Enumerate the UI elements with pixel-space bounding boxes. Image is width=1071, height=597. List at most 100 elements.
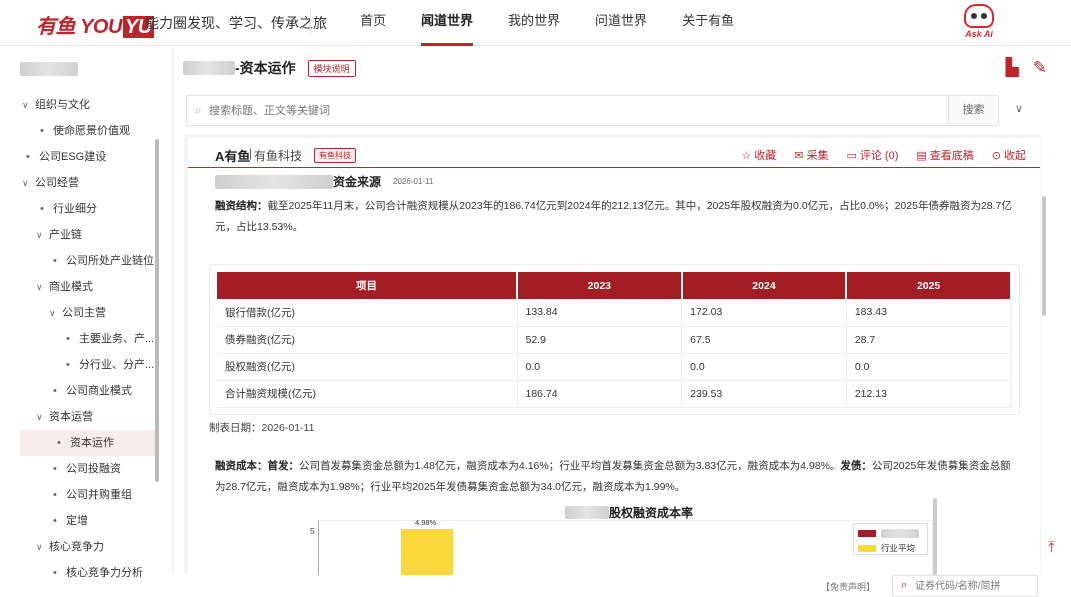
action-collect-button[interactable]: ✉ 采集 bbox=[794, 147, 828, 163]
sidebar-item[interactable]: ∨ 产业链 bbox=[0, 222, 158, 248]
back-to-top-icon[interactable]: ⤒ bbox=[1048, 539, 1055, 556]
module-info-button[interactable]: 模块说明 bbox=[307, 59, 356, 77]
table-cell: 52.9 bbox=[517, 326, 683, 354]
action-collapse-button[interactable]: ⊙ 收起 bbox=[992, 147, 1026, 163]
comment-icon: ▭ bbox=[846, 149, 857, 162]
bullet-icon: • bbox=[53, 489, 57, 501]
sidebar-item[interactable]: • 公司商业模式 bbox=[0, 378, 158, 404]
bullet-icon: • bbox=[53, 515, 57, 527]
sidebar-item[interactable]: ∨ 公司主营 bbox=[0, 300, 158, 326]
legend-label: 行业平均 bbox=[881, 543, 916, 553]
sidebar-item[interactable]: • 公司并购重组 bbox=[0, 482, 158, 508]
action-comment-button[interactable]: ▭ 评论 (0) bbox=[846, 147, 898, 163]
sidebar-item-label: 使命愿景价值观 bbox=[53, 125, 130, 137]
chart-bar[interactable] bbox=[401, 529, 453, 575]
sidebar-scrollbar[interactable] bbox=[155, 139, 159, 482]
table-container: 项目 2023 2024 2025 银行借款(亿元) 133.84 172.03 183.4… bbox=[209, 264, 1020, 415]
nav-item[interactable]: 首页 bbox=[360, 0, 386, 46]
chevron-down-icon: ∨ bbox=[22, 100, 29, 110]
chevron-down-icon[interactable]: ∨ bbox=[1015, 102, 1023, 115]
action-label: 评论 (0) bbox=[859, 150, 899, 162]
sidebar-item-label: 组织与文化 bbox=[35, 99, 90, 111]
sidebar-item[interactable]: • 公司所处产业链位... bbox=[0, 248, 158, 274]
sidebar-item[interactable]: • 公司投融资 bbox=[0, 456, 158, 482]
table-cell: 133.84 bbox=[517, 299, 683, 327]
table-cell: 债券融资(亿元) bbox=[217, 326, 518, 354]
legend-item[interactable] bbox=[858, 529, 919, 538]
company-name-redacted bbox=[20, 61, 78, 76]
edit-icon[interactable]: ✎ bbox=[1033, 58, 1047, 78]
chart-title: 股权融资成本率 bbox=[565, 504, 693, 521]
legend-item[interactable]: 行业平均 bbox=[858, 542, 915, 554]
sidebar-item[interactable]: • 分行业、分产... bbox=[0, 352, 158, 378]
logo-latin-a: YOU bbox=[80, 16, 122, 38]
search-button[interactable]: 搜索 bbox=[948, 96, 998, 125]
bullet-icon: • bbox=[26, 151, 30, 163]
sidebar-item[interactable]: ∨ 公司经营 bbox=[0, 170, 158, 196]
askai-button[interactable]: Ask Ai bbox=[959, 4, 999, 39]
legend-swatch bbox=[858, 530, 876, 537]
table-row: 合计融资规模(亿元) 186.74 239.53 212.13 bbox=[217, 380, 1012, 408]
sidebar-item[interactable]: • 使命愿景价值观 bbox=[0, 118, 158, 144]
search-input[interactable] bbox=[209, 96, 929, 125]
chart-scrollbar[interactable] bbox=[933, 498, 937, 575]
main-scrollbar[interactable] bbox=[1042, 196, 1046, 316]
sidebar-item[interactable]: • 定增 bbox=[0, 508, 158, 534]
table-cell: 172.03 bbox=[681, 299, 847, 327]
collect-icon: ✉ bbox=[794, 149, 804, 162]
table-row: 债券融资(亿元) 52.9 67.5 28.7 bbox=[217, 326, 1012, 354]
paragraph-label: 融资成本： bbox=[215, 460, 268, 472]
chevron-down-icon: ∨ bbox=[36, 542, 43, 552]
table-header-cell: 2023 bbox=[517, 272, 683, 299]
nav-item[interactable]: 关于有鱼 bbox=[682, 0, 734, 46]
bullet-icon: • bbox=[53, 567, 57, 579]
section-date: 2026-01-11 bbox=[393, 177, 434, 186]
table-cell: 239.53 bbox=[681, 380, 847, 408]
sidebar-item-label: 产业链 bbox=[49, 229, 82, 241]
main-toolbar: ▙ ✎ bbox=[1006, 58, 1047, 78]
paragraph-text: 截至2025年11月末，公司合计融资规模从2023年的186.74亿元到2024… bbox=[215, 200, 1012, 233]
sidebar-item[interactable]: • 核心竞争力分析 bbox=[0, 560, 158, 586]
sidebar-item[interactable]: • 公司ESG建设 bbox=[0, 144, 158, 170]
sidebar-item[interactable]: ∨ 商业模式 bbox=[0, 274, 158, 300]
table-header-cell: 2025 bbox=[846, 272, 1012, 299]
logo[interactable]: 有鱼 YOU YU bbox=[36, 10, 154, 39]
search-icon: ⌕ bbox=[195, 103, 202, 117]
sidebar-item[interactable]: • 行业细分 bbox=[0, 196, 158, 222]
chart-legend: 行业平均 bbox=[853, 523, 928, 555]
action-star-button[interactable]: ☆ 收藏 bbox=[741, 147, 776, 163]
chart-title-text: 股权融资成本率 bbox=[609, 506, 694, 520]
sidebar-item-label: 核心竞争力分析 bbox=[66, 567, 143, 579]
paragraph-text: 公司首发募集资金总额为1.48亿元，融资成本为4.16%；行业平均首发募集资金总… bbox=[299, 460, 841, 472]
building-icon[interactable]: ▙ bbox=[1006, 58, 1019, 78]
sidebar-item[interactable]: • 主要业务、产... bbox=[0, 326, 158, 352]
financing-cost-paragraph: 融资成本：首发：公司首发募集资金总额为1.48亿元，融资成本为4.16%；行业平… bbox=[215, 456, 1020, 498]
star-icon: ☆ bbox=[741, 149, 752, 162]
stock-search: ⌕ bbox=[892, 575, 1038, 597]
sidebar-tree: ∨ 组织与文化 • 使命愿景价值观 • 公司ESG建设 ∨ 公司经营 • 行业细分 ∨ 产业链 • 公司所… bbox=[0, 92, 158, 586]
sidebar-item-label: 公司主营 bbox=[62, 307, 106, 319]
table-cell: 0.0 bbox=[681, 353, 847, 381]
sidebar-item[interactable]: ∨ 核心竞争力 bbox=[0, 534, 158, 560]
stock-search-input[interactable] bbox=[915, 576, 1035, 596]
askai-label: Ask Ai bbox=[965, 29, 993, 39]
nav-item[interactable]: 我的世界 bbox=[508, 0, 560, 46]
bullet-icon: • bbox=[57, 437, 61, 449]
search-bar: ⌕ 搜索 bbox=[186, 95, 999, 126]
sidebar-item[interactable]: • 资本运作 bbox=[20, 430, 155, 456]
top-navbar: 有鱼 YOU YU 能力圈发现、学习、传承之旅 首页 闻道世界 我的世界 问道世界 关于有… bbox=[0, 0, 1071, 46]
bullet-icon: • bbox=[40, 125, 44, 137]
sidebar-item[interactable]: ∨ 组织与文化 bbox=[0, 92, 158, 118]
table-cell: 0.0 bbox=[846, 353, 1012, 381]
bullet-icon: • bbox=[40, 203, 44, 215]
nav-item[interactable]: 闻道世界 bbox=[421, 0, 474, 46]
bullet-icon: • bbox=[53, 463, 57, 475]
disclaimer-link[interactable]: 【免责声明】 bbox=[821, 580, 875, 593]
sidebar-item-label: 行业细分 bbox=[53, 203, 97, 215]
sidebar-item[interactable]: ∨ 资本运营 bbox=[0, 404, 158, 430]
paragraph-sublabel: 首发： bbox=[267, 460, 300, 472]
action-document-button[interactable]: ▤ 查看底稿 bbox=[916, 147, 973, 163]
nav-item[interactable]: 问道世界 bbox=[595, 0, 647, 46]
table-cell: 186.74 bbox=[517, 380, 683, 408]
redacted-text bbox=[565, 506, 609, 519]
